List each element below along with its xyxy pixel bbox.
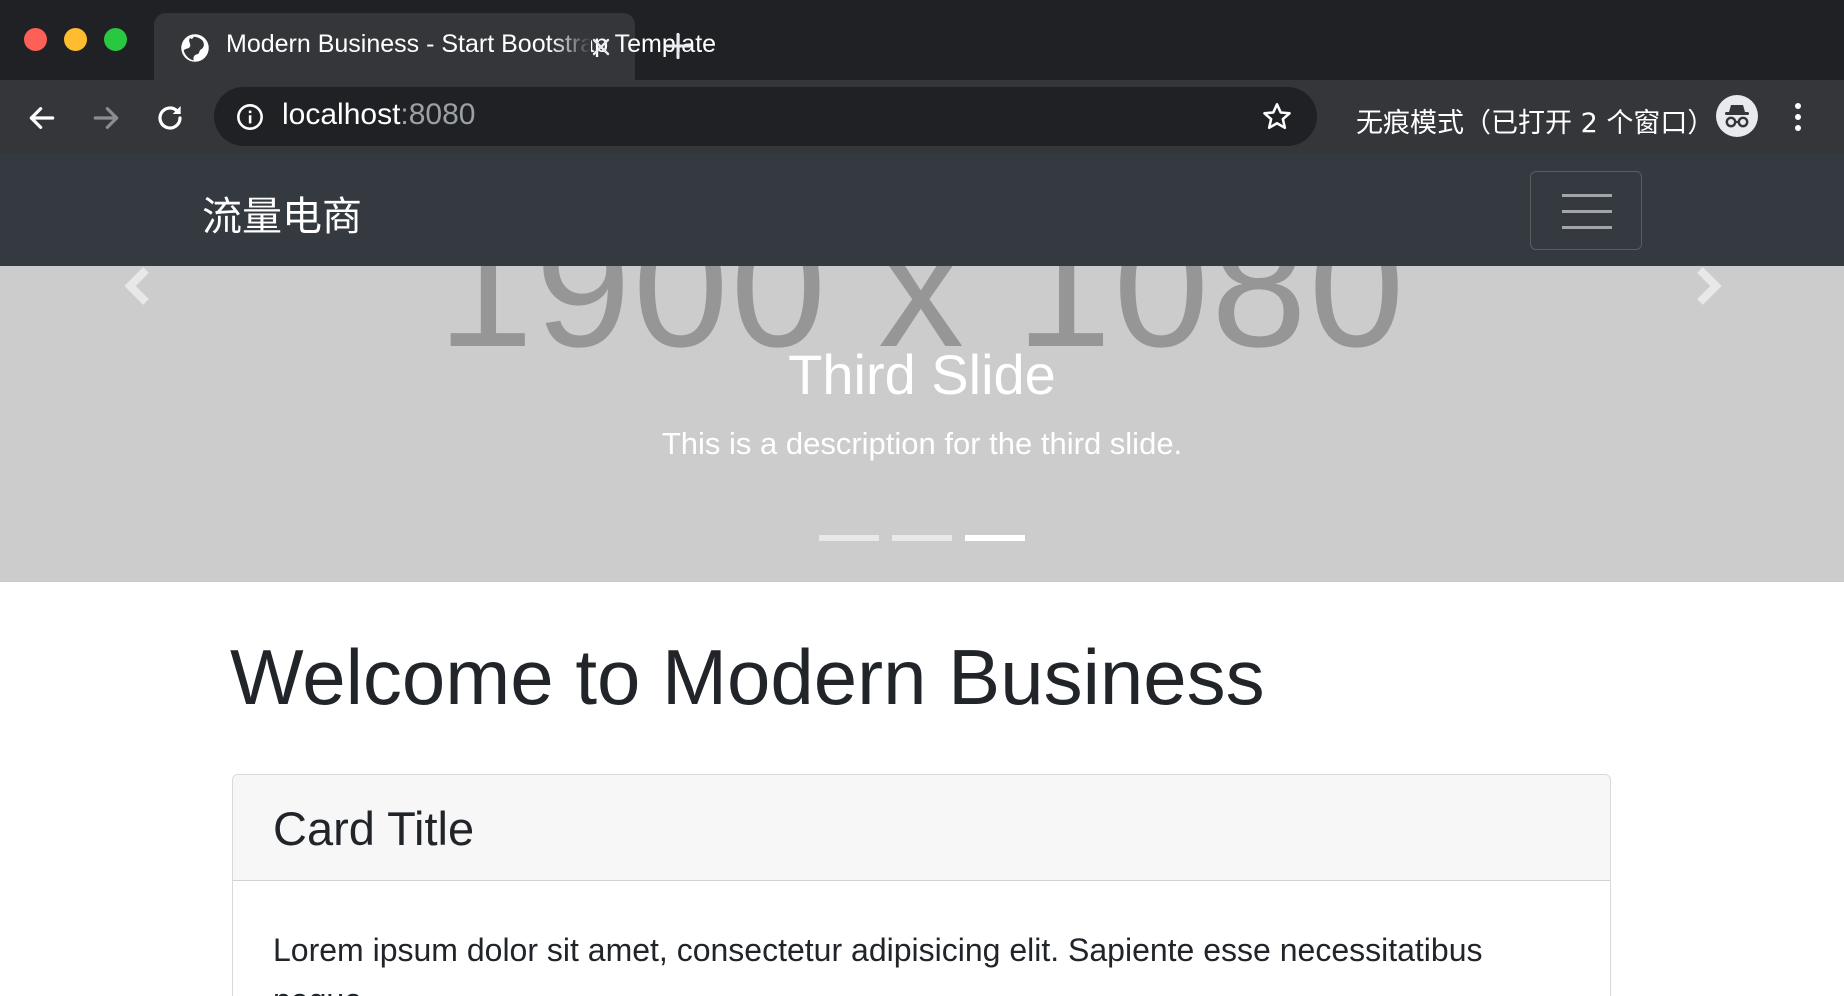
- browser-tab[interactable]: Modern Business - Start Bootstrap Templa…: [154, 13, 716, 80]
- slide-caption-description: This is a description for the third slid…: [661, 426, 1183, 461]
- card-body-text: Lorem ipsum dolor sit amet, consectetur …: [273, 932, 1483, 996]
- card-header: Card Title: [233, 775, 1610, 881]
- browser-tabstrip: Modern Business - Start Bootstrap Templa…: [0, 0, 1844, 80]
- tab-title: Modern Business - Start Bootstrap Templa…: [226, 30, 717, 58]
- window-maximize-button[interactable]: [104, 28, 127, 51]
- chevron-left-icon[interactable]: [120, 266, 160, 316]
- page-heading: Welcome to Modern Business: [230, 633, 1265, 721]
- url-port: :8080: [400, 98, 476, 131]
- chevron-right-icon[interactable]: [1686, 266, 1726, 316]
- more-vert-icon[interactable]: [1786, 100, 1810, 134]
- incognito-label: 无痕模式（已打开 2 个窗口）: [1356, 108, 1715, 139]
- navbar-brand[interactable]: 流量电商: [202, 184, 362, 242]
- page-viewport: 流量电商 1900 x 1080 Third Slide This is a d…: [0, 154, 1844, 996]
- address-url[interactable]: localhost:8080: [282, 98, 475, 132]
- url-host: localhost: [282, 98, 401, 131]
- incognito-glyph-icon: [1725, 105, 1749, 128]
- card-title: Card Title: [273, 802, 475, 855]
- window-close-button[interactable]: [24, 28, 47, 51]
- arrow-right-icon[interactable]: [90, 102, 122, 134]
- plus-icon[interactable]: [664, 32, 692, 60]
- star-icon[interactable]: [1261, 101, 1293, 133]
- slide-caption-title: Third Slide: [788, 343, 1056, 406]
- navbar: 流量电商: [0, 154, 1844, 266]
- carousel-indicator[interactable]: [819, 535, 879, 541]
- window-minimize-button[interactable]: [64, 28, 87, 51]
- info-icon[interactable]: [236, 103, 264, 131]
- hamburger-icon-bar-bottom: [1562, 226, 1612, 229]
- carousel-indicator[interactable]: [892, 535, 952, 541]
- close-icon[interactable]: [589, 35, 613, 59]
- carousel-indicators: [819, 535, 1025, 541]
- card: Card Title Lorem ipsum dolor sit amet, c…: [232, 774, 1611, 996]
- reload-icon[interactable]: [154, 102, 186, 134]
- hamburger-icon-bar-middle: [1562, 210, 1612, 213]
- browser-toolbar: localhost:8080 无痕模式（已打开 2 个窗口）: [0, 80, 1844, 154]
- navbar-toggler-button[interactable]: [1530, 171, 1642, 250]
- arrow-left-icon[interactable]: [26, 102, 58, 134]
- tab-title-fade: [551, 23, 591, 67]
- tab-title-container: Modern Business - Start Bootstrap Templa…: [226, 30, 728, 64]
- carousel: 1900 x 1080 Third Slide This is a descri…: [0, 266, 1844, 582]
- globe-icon: [181, 34, 209, 62]
- incognito-icon[interactable]: [1716, 95, 1758, 137]
- hamburger-icon-bar-top: [1562, 194, 1612, 197]
- address-bar[interactable]: localhost:8080: [214, 87, 1317, 146]
- carousel-indicator-active[interactable]: [965, 535, 1025, 541]
